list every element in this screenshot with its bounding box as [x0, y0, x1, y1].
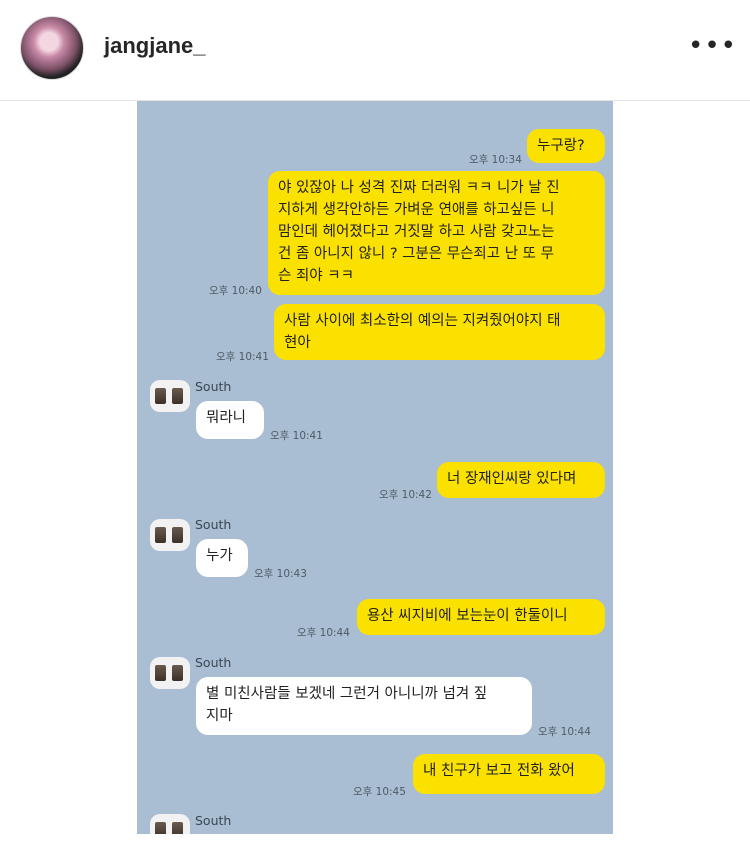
my-message-bubble: 너 장재인씨랑 있다며	[437, 462, 605, 498]
contact-profile-picture[interactable]	[150, 657, 190, 689]
my-message-bubble: 야 있잖아 나 성격 진짜 더러워 ㅋㅋ 니가 날 진 지하게 생각안하든 가벼…	[268, 171, 605, 295]
message-time: 오후 10:40	[209, 285, 262, 297]
more-horizontal-icon[interactable]: •••	[688, 33, 737, 59]
their-message-bubble: 누가	[196, 539, 248, 577]
my-message-bubble: 내 친구가 보고 전화 왔어	[413, 754, 605, 794]
message-time: 오후 10:41	[216, 351, 269, 363]
contact-name: South	[195, 813, 232, 828]
contact-profile-picture[interactable]	[150, 380, 190, 412]
message-time: 오후 10:41	[270, 430, 323, 442]
contact-profile-picture[interactable]	[150, 519, 190, 551]
message-time: 오후 10:42	[379, 489, 432, 501]
contact-name: South	[195, 517, 232, 532]
contact-name: South	[195, 379, 232, 394]
message-time: 오후 10:44	[538, 726, 591, 738]
my-message-bubble: 용산 씨지비에 보는눈이 한둘이니	[357, 599, 605, 635]
my-message-bubble: 사람 사이에 최소한의 예의는 지켜줬어야지 태 현아	[274, 304, 605, 360]
my-message-bubble: 누구랑?	[527, 129, 605, 163]
their-message-bubble: 별 미친사람들 보겠네 그런거 아니니까 넘겨 짚 지마	[196, 677, 532, 735]
message-time: 오후 10:43	[254, 568, 307, 580]
profile-avatar[interactable]	[20, 16, 84, 80]
contact-name: South	[195, 655, 232, 670]
contact-profile-picture[interactable]	[150, 814, 190, 834]
message-time: 오후 10:44	[297, 627, 350, 639]
username[interactable]: jangjane_	[104, 33, 205, 59]
message-time: 오후 10:34	[469, 154, 522, 166]
post-bottom	[0, 834, 750, 845]
chat-screenshot: 오후 10:34 누구랑? 오후 10:40 야 있잖아 나 성격 진짜 더러워…	[137, 101, 613, 834]
message-time: 오후 10:45	[353, 786, 406, 798]
post-header: jangjane_ •••	[0, 0, 750, 101]
their-message-bubble: 뭐라니	[196, 401, 264, 439]
